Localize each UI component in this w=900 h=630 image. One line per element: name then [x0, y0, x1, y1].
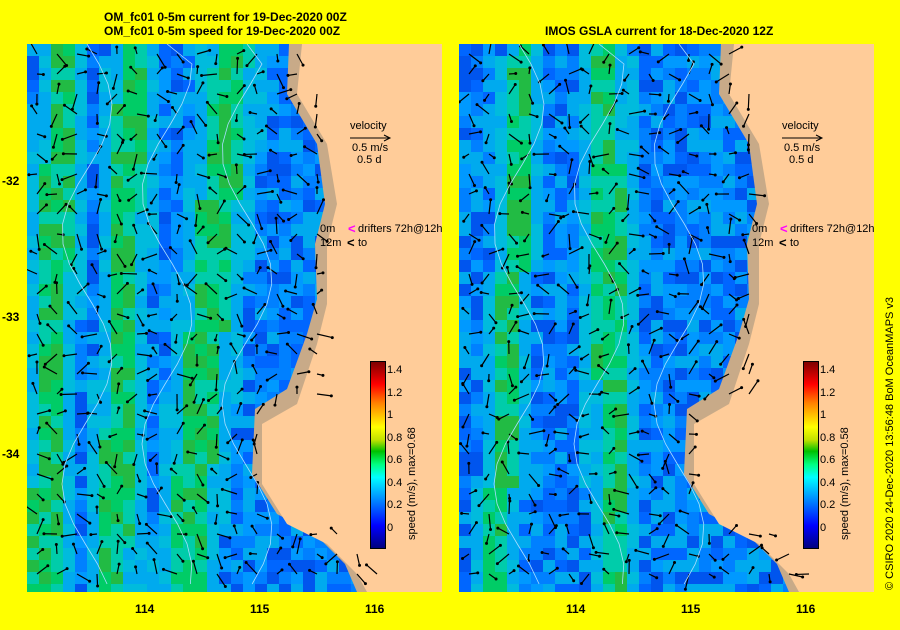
left-x-tick-114: 114 — [135, 602, 155, 616]
left-velocity-scale: 0.5 m/s — [352, 142, 389, 154]
left-colorbar-tick: 1.4 — [387, 364, 403, 376]
right-colorbar-label: speed (m/s), max=0.58 — [839, 427, 851, 540]
right-velocity-days: 0.5 d — [789, 154, 814, 166]
credit-text: © CSIRO 2020 24-Dec-2020 13:56:48 BoM Oc… — [884, 296, 896, 590]
left-drifter-black-icon: < — [347, 235, 355, 250]
left-velocity-days: 0.5 d — [357, 154, 382, 166]
left-colorbar-tick: 0.8 — [387, 431, 403, 444]
right-colorbar-tick: 1.2 — [820, 386, 836, 399]
right-drifter-depth-12: 12m — [752, 237, 774, 249]
left-x-tick-115: 115 — [250, 602, 270, 616]
right-colorbar-tick: 0.6 — [820, 454, 836, 466]
right-colorbar-tick: 0.4 — [820, 476, 836, 489]
right-drifters-label: drifters 72h@12h — [790, 223, 875, 235]
y-tick-34: -34 — [2, 447, 20, 461]
right-velocity-scale: 0.5 m/s — [784, 142, 821, 154]
left-velocity-label: velocity — [350, 120, 387, 132]
left-drifter-depth-12: 12m — [320, 237, 342, 249]
right-x-tick-115: 115 — [681, 602, 701, 616]
left-title-speed: OM_fc01 0-5m speed for 19-Dec-2020 00Z — [104, 24, 341, 38]
right-velocity-label: velocity — [782, 120, 819, 132]
left-x-tick-116: 116 — [365, 602, 385, 616]
left-title-current: OM_fc01 0-5m current for 19-Dec-2020 00Z — [104, 10, 347, 24]
left-colorbar-tick: 0.6 — [387, 454, 403, 466]
y-tick-33: -33 — [2, 310, 20, 324]
right-title: IMOS GSLA current for 18-Dec-2020 12Z — [545, 24, 774, 38]
right-x-tick-116: 116 — [796, 602, 816, 616]
left-drifter-to: to — [358, 237, 368, 249]
right-x-tick-114: 114 — [566, 602, 586, 616]
right-colorbar — [803, 361, 819, 549]
left-drifter-magenta-icon: < — [348, 221, 356, 236]
left-drifters-label: drifters 72h@12h — [358, 223, 443, 235]
right-colorbar-tick: 0 — [820, 521, 827, 534]
right-colorbar-tick: 0.8 — [820, 431, 836, 444]
right-drifter-black-icon: < — [779, 235, 787, 250]
right-colorbar-tick: 0.2 — [820, 499, 836, 511]
left-colorbar — [370, 361, 386, 549]
left-colorbar-tick: 0.2 — [387, 499, 403, 511]
y-tick-32: -32 — [2, 174, 20, 188]
left-colorbar-label: speed (m/s), max=0.68 — [406, 427, 418, 540]
left-colorbar-tick: 0.4 — [387, 476, 403, 489]
right-drifter-depth-0: 0m — [752, 223, 768, 235]
right-colorbar-tick: 1 — [820, 409, 827, 421]
right-colorbar-tick: 1.4 — [820, 364, 836, 376]
right-drifter-to: to — [790, 237, 800, 249]
left-drifter-depth-0: 0m — [320, 223, 336, 235]
left-colorbar-tick: 1.2 — [387, 386, 403, 399]
right-drifter-magenta-icon: < — [780, 221, 788, 236]
left-colorbar-tick: 1 — [387, 409, 394, 421]
left-colorbar-tick: 0 — [387, 521, 394, 534]
